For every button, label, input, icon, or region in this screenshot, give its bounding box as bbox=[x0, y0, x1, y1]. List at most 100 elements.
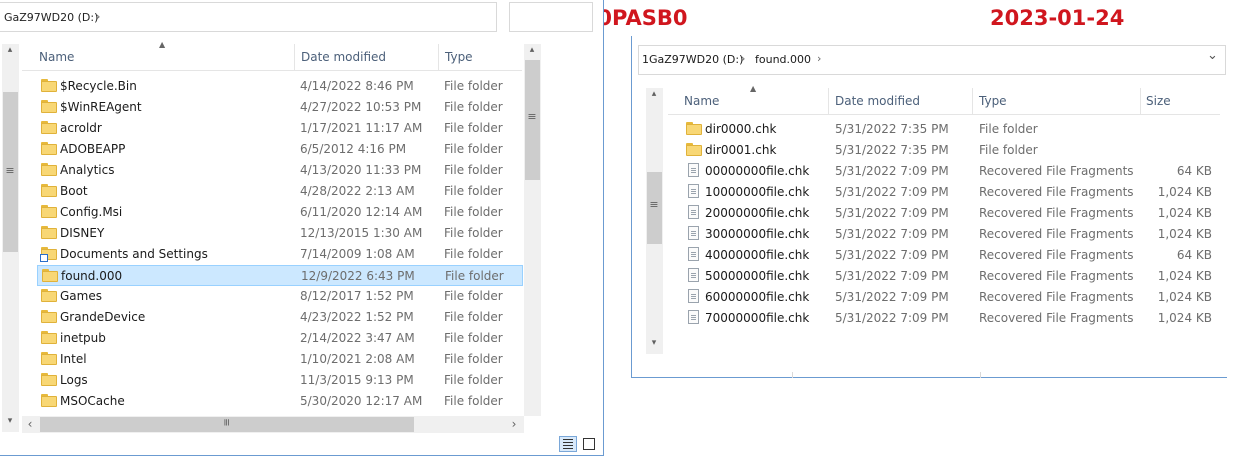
left-list-scrollbar[interactable]: ▴ ≡ bbox=[524, 44, 541, 416]
right-address-chevron-icon[interactable]: › bbox=[741, 52, 745, 65]
nav-scroll-down-icon[interactable]: ▾ bbox=[2, 416, 18, 426]
list-scroll-up-icon[interactable]: ▴ bbox=[524, 45, 540, 55]
file-icon bbox=[688, 226, 699, 240]
table-row[interactable]: ADOBEAPP 6/5/2012 4:16 PM File folder bbox=[37, 139, 523, 160]
left-col-separator[interactable] bbox=[438, 44, 439, 70]
folder-icon-body bbox=[41, 123, 57, 134]
file-name: MSOCache bbox=[60, 394, 125, 408]
right-explorer-window: 1GaZ97WD20 (D:) › found.000 › ⌄ ▴ ≡ ▾ ▲ … bbox=[631, 36, 1227, 378]
right-nav-scrollbar[interactable]: ▴ ≡ ▾ bbox=[646, 88, 663, 354]
table-row[interactable]: GrandeDevice 4/23/2022 1:52 PM File folder bbox=[37, 307, 523, 328]
left-col-name[interactable]: Name bbox=[39, 50, 74, 64]
hscroll-left-icon[interactable]: ‹ bbox=[22, 417, 38, 431]
date-modified: 8/12/2017 1:52 PM bbox=[300, 289, 414, 303]
folder-icon bbox=[41, 289, 57, 302]
nav-scroll-up-icon[interactable]: ▴ bbox=[2, 45, 18, 55]
folder-icon bbox=[42, 269, 58, 282]
left-col-date[interactable]: Date modified bbox=[301, 50, 386, 64]
date-modified: 5/31/2022 7:09 PM bbox=[835, 206, 949, 220]
left-address-path[interactable]: GaZ97WD20 (D:) bbox=[4, 11, 98, 24]
right-address-drive[interactable]: 1GaZ97WD20 (D:) bbox=[642, 53, 743, 66]
folder-icon-body bbox=[41, 312, 57, 323]
right-col-date[interactable]: Date modified bbox=[835, 94, 920, 108]
table-row[interactable]: Analytics 4/13/2020 11:33 PM File folder bbox=[37, 160, 523, 181]
table-row[interactable]: Intel 1/10/2021 2:08 AM File folder bbox=[37, 349, 523, 370]
table-row[interactable]: 50000000file.chk 5/31/2022 7:09 PM Recover… bbox=[682, 266, 1218, 287]
table-row[interactable]: 20000000file.chk 5/31/2022 7:09 PM Recover… bbox=[682, 203, 1218, 224]
table-row[interactable]: inetpub 2/14/2022 3:47 AM File folder bbox=[37, 328, 523, 349]
file-icon bbox=[688, 163, 699, 177]
file-icon bbox=[688, 247, 699, 261]
folder-icon-body bbox=[41, 333, 57, 344]
table-row[interactable]: $Recycle.Bin 4/14/2022 8:46 PM File folder bbox=[37, 76, 523, 97]
table-row[interactable]: 10000000file.chk 5/31/2022 7:09 PM Recover… bbox=[682, 182, 1218, 203]
file-type: Recovered File Fragments bbox=[979, 164, 1134, 178]
left-address-bar[interactable]: GaZ97WD20 (D:) › bbox=[0, 2, 497, 32]
right-col-size[interactable]: Size bbox=[1146, 94, 1171, 108]
table-row[interactable]: found.000 12/9/2022 6:43 PM File folder bbox=[37, 265, 523, 286]
table-row[interactable]: 70000000file.chk 5/31/2022 7:09 PM Recover… bbox=[682, 308, 1218, 329]
date-modified: 1/10/2021 2:08 AM bbox=[300, 352, 415, 366]
folder-icon-body bbox=[41, 207, 57, 218]
details-view-button[interactable] bbox=[559, 436, 577, 452]
file-name: found.000 bbox=[61, 269, 123, 283]
folder-icon-body bbox=[41, 144, 57, 155]
right-nav-scroll-down-icon[interactable]: ▾ bbox=[646, 338, 662, 348]
hscroll-right-icon[interactable]: › bbox=[506, 417, 522, 431]
left-horizontal-scrollbar[interactable]: ‹ ≡ › bbox=[22, 416, 524, 433]
file-name: Logs bbox=[60, 373, 88, 387]
file-icon bbox=[688, 289, 699, 303]
table-row[interactable]: DISNEY 12/13/2015 1:30 AM File folder bbox=[37, 223, 523, 244]
table-row[interactable]: 00000000file.chk 5/31/2022 7:09 PM Recover… bbox=[682, 161, 1218, 182]
right-col-separator[interactable] bbox=[1140, 88, 1141, 114]
table-row[interactable]: 30000000file.chk 5/31/2022 7:09 PM Recover… bbox=[682, 224, 1218, 245]
file-type: File folder bbox=[444, 184, 503, 198]
address-dropdown-icon[interactable]: ⌄ bbox=[1207, 48, 1218, 63]
right-nav-scroll-up-icon[interactable]: ▴ bbox=[646, 89, 662, 99]
folder-icon bbox=[686, 143, 702, 156]
folder-icon bbox=[41, 100, 57, 113]
left-col-separator[interactable] bbox=[294, 44, 295, 70]
date-modified: 2/14/2022 3:47 AM bbox=[300, 331, 415, 345]
table-row[interactable]: MSOCache 5/30/2020 12:17 AM File folder bbox=[37, 391, 523, 412]
right-col-type[interactable]: Type bbox=[979, 94, 1007, 108]
folder-icon-body bbox=[686, 124, 702, 135]
table-row[interactable]: $WinREAgent 4/27/2022 10:53 PM File folder bbox=[37, 97, 523, 118]
folder-icon-body bbox=[41, 102, 57, 113]
table-row[interactable]: 40000000file.chk 5/31/2022 7:09 PM Recover… bbox=[682, 245, 1218, 266]
folder-icon-body bbox=[41, 81, 57, 92]
right-address-chevron-icon[interactable]: › bbox=[817, 52, 821, 65]
left-search-box[interactable] bbox=[509, 2, 593, 32]
left-address-chevron-icon[interactable]: › bbox=[96, 10, 100, 23]
file-size: 64 KB bbox=[1176, 248, 1212, 262]
right-address-folder[interactable]: found.000 bbox=[755, 53, 811, 66]
date-modified: 5/31/2022 7:09 PM bbox=[835, 269, 949, 283]
table-row[interactable]: acroldr 1/17/2021 11:17 AM File folder bbox=[37, 118, 523, 139]
table-row[interactable]: Boot 4/28/2022 2:13 AM File folder bbox=[37, 181, 523, 202]
table-row[interactable]: Documents and Settings 7/14/2009 1:08 AM F… bbox=[37, 244, 523, 265]
table-row[interactable]: Games 8/12/2017 1:52 PM File folder bbox=[37, 286, 523, 307]
large-icons-view-button[interactable] bbox=[580, 436, 598, 452]
date-modified: 5/31/2022 7:35 PM bbox=[835, 122, 949, 136]
file-size: 1,024 KB bbox=[1157, 206, 1212, 220]
date-modified: 5/31/2022 7:35 PM bbox=[835, 143, 949, 157]
right-address-bar[interactable]: 1GaZ97WD20 (D:) › found.000 › ⌄ bbox=[638, 45, 1226, 75]
table-row[interactable]: 60000000file.chk 5/31/2022 7:09 PM Recover… bbox=[682, 287, 1218, 308]
table-row[interactable]: dir0001.chk 5/31/2022 7:35 PM File folder bbox=[682, 140, 1218, 161]
right-col-name[interactable]: Name bbox=[684, 94, 719, 108]
table-row[interactable]: Config.Msi 6/11/2020 12:14 AM File folder bbox=[37, 202, 523, 223]
file-type: File folder bbox=[444, 226, 503, 240]
date-modified: 11/3/2015 9:13 PM bbox=[300, 373, 414, 387]
table-row[interactable]: dir0000.chk 5/31/2022 7:35 PM File folder bbox=[682, 119, 1218, 140]
right-col-separator[interactable] bbox=[828, 88, 829, 114]
right-col-separator[interactable] bbox=[972, 88, 973, 114]
table-row[interactable]: Logs 11/3/2015 9:13 PM File folder bbox=[37, 370, 523, 391]
folder-icon-body bbox=[41, 186, 57, 197]
left-col-type[interactable]: Type bbox=[445, 50, 473, 64]
right-column-header: ▲ Name Date modified Type Size bbox=[668, 84, 1220, 115]
folder-icon bbox=[686, 122, 702, 135]
nav-pane-scrollbar[interactable]: ▴ ≡ ▾ bbox=[2, 44, 19, 432]
file-type: File folder bbox=[979, 143, 1038, 157]
file-type: File folder bbox=[445, 269, 504, 283]
folder-icon-body bbox=[686, 145, 702, 156]
